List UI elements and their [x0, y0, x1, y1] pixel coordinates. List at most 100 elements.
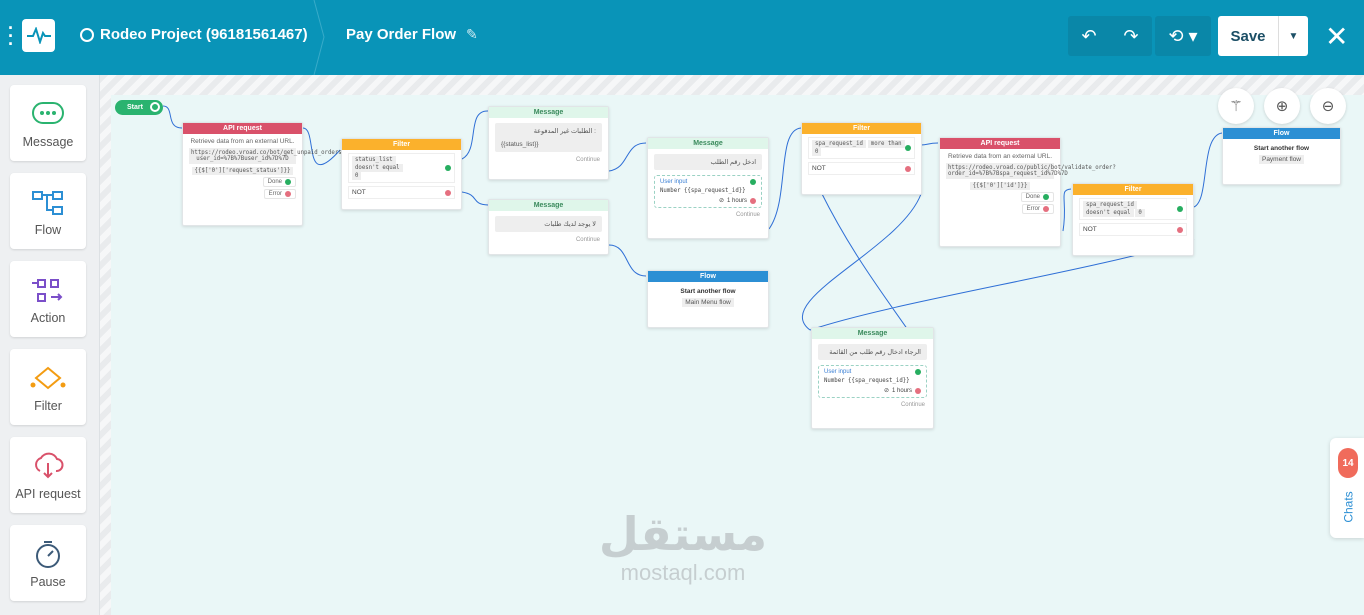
input-dot[interactable] — [915, 369, 921, 375]
flow-node[interactable]: Flow Start another flow Payment flow — [1222, 127, 1341, 185]
filter-not-row[interactable]: NOT — [808, 162, 915, 175]
start-node[interactable]: Start — [115, 100, 163, 115]
api-request-node[interactable]: API request Retrieve data from an extern… — [939, 137, 1116, 247]
zoom-out-icon: ⊖ — [1321, 98, 1335, 115]
breadcrumb-separator — [313, 0, 325, 75]
continue-port[interactable]: Continue — [820, 402, 925, 408]
filter-node[interactable]: Filter status_list doesn't equal 0 NOT — [341, 138, 462, 210]
message-text[interactable]: ادخل رقم الطلب — [654, 154, 762, 170]
flow-title: Start another flow — [680, 288, 736, 295]
palette-label: Message — [22, 135, 74, 149]
kebab-menu-icon[interactable]: · · · — [8, 19, 14, 53]
flow-target: Main Menu flow — [682, 298, 734, 307]
true-dot[interactable] — [905, 145, 911, 151]
flow-title[interactable]: Pay Order Flow ✎ — [346, 26, 478, 43]
stopwatch-icon — [36, 541, 60, 568]
project-name[interactable]: Rodeo Project (96181561467) — [80, 26, 308, 43]
error-port[interactable]: Error — [946, 204, 1054, 214]
palette-item-api-request[interactable]: API request — [10, 437, 86, 513]
false-dot[interactable] — [445, 189, 451, 196]
node-header: API request — [183, 123, 302, 134]
palette-item-pause[interactable]: Pause — [10, 525, 86, 601]
message-bubble[interactable]: الطلبات غير المدفوعة : {{status_list}} — [495, 123, 602, 152]
message-text: الطلبات غير المدفوعة : — [533, 128, 596, 135]
error-port[interactable]: Error — [189, 189, 296, 199]
true-dot[interactable] — [445, 165, 451, 171]
undo-button[interactable]: ↶ — [1068, 16, 1110, 56]
response-path: {{$['0']['request_status']}} — [191, 167, 294, 175]
port-label: Done — [267, 179, 282, 185]
timeout-dot[interactable] — [750, 197, 756, 204]
palette-item-message[interactable]: Message — [10, 85, 86, 161]
node-header: Message — [489, 200, 608, 211]
palette-label: Flow — [34, 223, 62, 237]
message-text[interactable]: لا يوجد لديك طلبات — [495, 216, 602, 232]
user-input-block[interactable]: User input Number {{spa_request_id}} ⊘ 1 … — [654, 175, 762, 208]
flow-title-label: Pay Order Flow — [346, 26, 457, 43]
filter-not-row[interactable]: NOT — [1079, 223, 1187, 236]
filter-operator: doesn't equal — [1083, 209, 1134, 217]
close-icon[interactable]: ✕ — [1325, 20, 1348, 53]
filter-field: spa_request_id — [812, 140, 866, 148]
error-dot[interactable] — [285, 191, 291, 197]
start-port[interactable] — [150, 102, 160, 112]
flow-node[interactable]: Flow Start another flow Main Menu flow — [647, 270, 769, 328]
user-input-variable: Number {{spa_request_id}} — [824, 378, 910, 384]
false-dot[interactable] — [1177, 226, 1183, 233]
message-node[interactable]: Message لا يوجد لديك طلبات Continue — [488, 199, 609, 255]
message-variable: {{status_list}} — [501, 141, 539, 148]
project-label: Rodeo Project (96181561467) — [100, 26, 308, 43]
filter-condition[interactable]: spa_request_id more than 0 — [808, 137, 915, 159]
user-input-block[interactable]: User input Number {{spa_request_id}} ⊘ 1 … — [818, 365, 927, 398]
chats-label: Chats — [1341, 491, 1356, 523]
node-header: Filter — [342, 139, 461, 150]
edit-pencil-icon[interactable]: ✎ — [466, 26, 478, 43]
watermark-arabic: مستقل — [598, 508, 768, 560]
error-dot[interactable] — [1043, 206, 1049, 212]
node-palette: Message Flow Action Filter API request P… — [0, 75, 100, 615]
filter-node[interactable]: Filter spa_request_id doesn't equal 0 NOT — [1072, 183, 1194, 256]
palette-item-filter[interactable]: Filter — [10, 349, 86, 425]
node-header: Filter — [802, 123, 921, 134]
continue-port[interactable]: Continue — [656, 212, 760, 218]
zoom-out-button[interactable]: ⊖ — [1310, 88, 1346, 124]
palette-item-action[interactable]: Action — [10, 261, 86, 337]
response-path: {{$['0']['id']}} — [969, 182, 1031, 190]
message-text[interactable]: الرجاء ادخال رقم طلب من القائمة — [818, 344, 927, 360]
app-logo[interactable] — [22, 19, 55, 52]
save-dropdown-icon[interactable]: ▼ — [1278, 16, 1308, 56]
magic-wand-button[interactable]: ⚚ — [1218, 88, 1254, 124]
continue-port[interactable]: Continue — [497, 237, 600, 243]
done-dot[interactable] — [285, 179, 291, 185]
filter-condition[interactable]: spa_request_id doesn't equal 0 — [1079, 198, 1187, 220]
done-port[interactable]: Done — [946, 192, 1054, 202]
false-dot[interactable] — [905, 165, 911, 172]
user-input-variable: Number {{spa_request_id}} — [660, 188, 746, 194]
not-label: NOT — [1083, 226, 1097, 233]
palette-label: Filter — [34, 399, 62, 413]
done-dot[interactable] — [1043, 194, 1049, 200]
filter-not-row[interactable]: NOT — [348, 186, 455, 199]
redo-button[interactable]: ↷ — [1110, 16, 1152, 56]
save-button[interactable]: Save ▼ — [1218, 16, 1308, 56]
message-node[interactable]: Message الطلبات غير المدفوعة : {{status_… — [488, 106, 609, 180]
history-button[interactable]: ⟲ ▾ — [1155, 16, 1211, 56]
not-label: NOT — [352, 189, 366, 196]
filter-node[interactable]: Filter spa_request_id more than 0 NOT — [801, 122, 922, 195]
api-request-node[interactable]: API request Retrieve data from an extern… — [182, 122, 345, 226]
user-input-title: User input — [660, 179, 688, 185]
chats-tab[interactable]: 14 Chats — [1330, 438, 1364, 538]
done-port[interactable]: Done — [189, 177, 296, 187]
input-dot[interactable] — [750, 179, 756, 185]
timeout-dot[interactable] — [915, 387, 921, 394]
message-node[interactable]: Message الرجاء ادخال رقم طلب من القائمة … — [811, 327, 934, 429]
port-label: Error — [1026, 206, 1040, 212]
continue-port[interactable]: Continue — [497, 157, 600, 163]
zoom-in-button[interactable]: ⊕ — [1264, 88, 1300, 124]
true-dot[interactable] — [1177, 206, 1183, 212]
filter-condition[interactable]: status_list doesn't equal 0 — [348, 153, 455, 183]
message-node[interactable]: Message ادخل رقم الطلب User input Number… — [647, 137, 769, 239]
palette-item-flow[interactable]: Flow — [10, 173, 86, 249]
not-label: NOT — [812, 165, 826, 172]
port-label: Done — [1025, 194, 1040, 200]
